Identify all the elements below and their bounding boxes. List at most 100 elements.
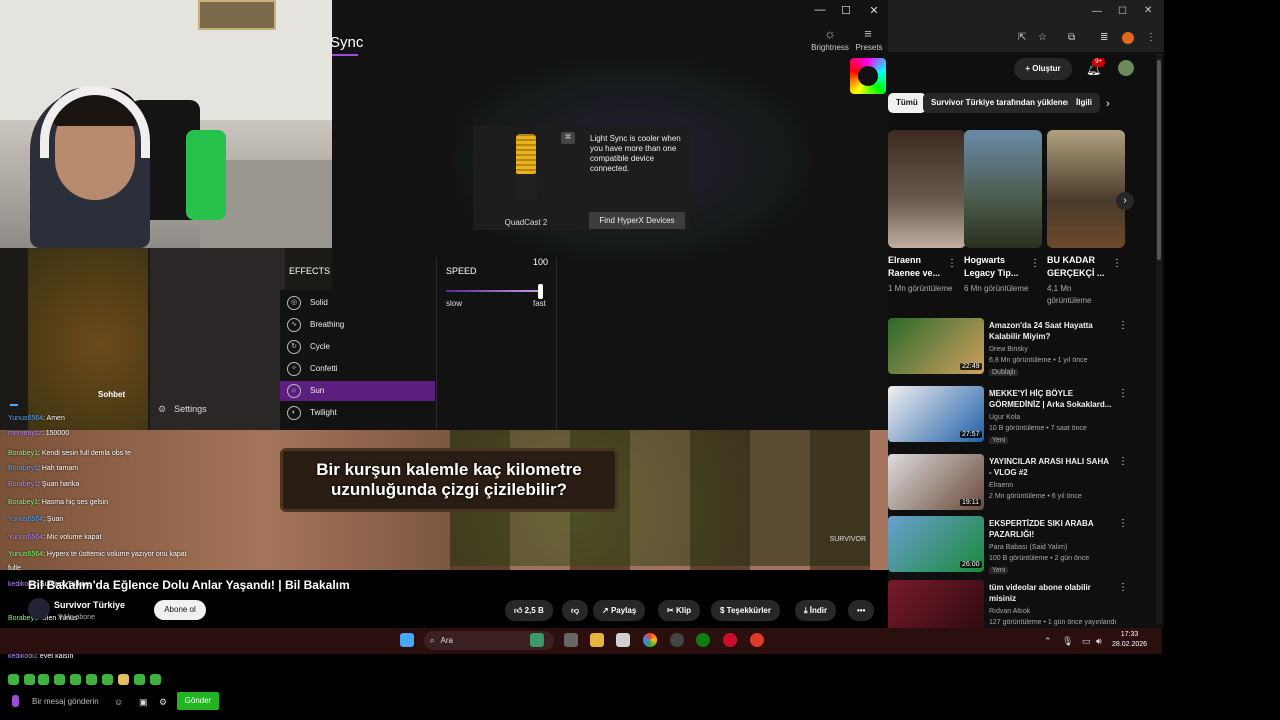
chrome-icon[interactable] bbox=[643, 633, 657, 647]
chat-username[interactable]: kedikodu bbox=[8, 653, 36, 660]
short-menu-icon[interactable]: ⋮ bbox=[1030, 258, 1040, 269]
dislike-button[interactable]: 👎︎ bbox=[562, 600, 589, 621]
presets-label[interactable]: Presets bbox=[852, 43, 886, 52]
short-menu-icon[interactable]: ⋮ bbox=[1112, 258, 1122, 269]
hyperx-icon[interactable] bbox=[723, 633, 737, 647]
chat-username[interactable]: merveayzz bbox=[8, 430, 42, 437]
effect-breathing[interactable]: ∿ Breathing bbox=[280, 315, 435, 335]
chips-next-icon[interactable]: › bbox=[1106, 98, 1110, 110]
calendar-icon[interactable] bbox=[616, 633, 630, 647]
video-channel[interactable]: Ugur Kola bbox=[989, 414, 1020, 421]
chat-username[interactable]: Borabey1 bbox=[8, 450, 38, 457]
minimize-button[interactable]: — bbox=[810, 4, 830, 16]
video-menu-icon[interactable]: ⋮ bbox=[1118, 388, 1128, 399]
brightness-label[interactable]: Brightness bbox=[810, 43, 850, 52]
speed-slider-handle[interactable] bbox=[538, 284, 543, 299]
short-thumbnail-2[interactable] bbox=[964, 130, 1042, 248]
emote-icon[interactable] bbox=[38, 674, 49, 685]
emote-icon[interactable] bbox=[134, 674, 145, 685]
bookmark-star-icon[interactable]: ☆ bbox=[1038, 32, 1047, 43]
effect-sun[interactable]: ☼ Sun bbox=[280, 381, 435, 401]
find-devices-button[interactable]: Find HyperX Devices bbox=[589, 212, 685, 229]
emote-icon[interactable] bbox=[24, 674, 35, 685]
thanks-button[interactable]: $ Teşekkürler bbox=[711, 600, 780, 621]
rgb-preview-icon[interactable] bbox=[850, 58, 886, 94]
chip-related[interactable]: İlgili bbox=[1068, 93, 1100, 113]
emote-icon[interactable] bbox=[118, 674, 129, 685]
start-icon[interactable] bbox=[400, 633, 414, 647]
video-title-link[interactable]: YAYINCILAR ARASI HALI SAHA - VLOG #2 bbox=[989, 456, 1113, 478]
chat-username[interactable]: Borabey1 bbox=[8, 481, 38, 488]
taskbar-clock[interactable]: 17:33 28.02.2026 bbox=[1112, 630, 1147, 650]
short-menu-icon[interactable]: ⋮ bbox=[947, 258, 957, 269]
video-channel[interactable]: Elraenn bbox=[989, 482, 1013, 489]
scrollbar-thumb[interactable] bbox=[1157, 60, 1161, 260]
profile-icon[interactable] bbox=[1122, 32, 1134, 44]
maximize-button[interactable]: ☐ bbox=[836, 4, 856, 17]
shorts-next-icon[interactable]: › bbox=[1116, 192, 1134, 210]
tray-chevron-icon[interactable]: ⌃ bbox=[1044, 636, 1052, 647]
task-view-icon[interactable] bbox=[564, 633, 578, 647]
effect-cycle[interactable]: ↻ Cycle bbox=[280, 337, 435, 357]
chat-username[interactable]: Yunus6564 bbox=[8, 516, 43, 523]
obs-icon[interactable] bbox=[670, 633, 684, 647]
close-button[interactable]: ✕ bbox=[864, 4, 884, 17]
video-channel[interactable]: Rıdvan Altıok bbox=[989, 608, 1030, 615]
effect-twilight[interactable]: ◐ Twilight bbox=[280, 403, 435, 423]
video-menu-icon[interactable]: ⋮ bbox=[1118, 582, 1128, 593]
browser-menu-icon[interactable]: ⋮ bbox=[1146, 32, 1156, 43]
short-title-3[interactable]: BU KADAR GERÇEKÇİ ... bbox=[1047, 254, 1113, 280]
youtube-avatar[interactable] bbox=[1118, 60, 1134, 76]
video-title-link[interactable]: tüm videolar abone olabilir misiniz bbox=[989, 582, 1113, 604]
share-button[interactable]: ↗ Paylaş bbox=[593, 600, 646, 621]
video-title-link[interactable]: MEKKE'Yİ HİÇ BÖYLE GÖRMEDİNİZ | Arka Sok… bbox=[989, 388, 1113, 410]
channel-avatar[interactable] bbox=[28, 598, 50, 620]
effect-confetti[interactable]: ✧ Confetti bbox=[280, 359, 435, 379]
chat-username[interactable]: Borabey1 bbox=[8, 499, 38, 506]
create-button[interactable]: + Oluştur bbox=[1014, 58, 1072, 80]
presets-icon[interactable]: ≡ bbox=[860, 26, 876, 41]
install-icon[interactable]: ⇱ bbox=[1018, 32, 1026, 43]
subscribe-button[interactable]: Abone ol bbox=[154, 600, 206, 620]
browser-minimize-button[interactable]: — bbox=[1092, 6, 1102, 17]
chat-message-input[interactable]: Bir mesaj gönderin bbox=[32, 697, 99, 706]
settings-chat-icon[interactable]: ⚙ bbox=[159, 697, 167, 708]
microphone-icon[interactable]: 🎙︎ bbox=[1062, 636, 1073, 647]
download-button[interactable]: ⤓ İndir bbox=[795, 600, 837, 621]
chip-channel-uploads[interactable]: Survivor Türkiye tarafından yüklenenler bbox=[923, 93, 1079, 113]
send-button[interactable]: Gönder bbox=[177, 692, 219, 710]
emote-icon[interactable] bbox=[150, 674, 161, 685]
volume-icon[interactable]: 🔊︎ bbox=[1096, 636, 1102, 647]
short-thumbnail-1[interactable] bbox=[888, 130, 966, 248]
video-channel[interactable]: Para Babası (Said Yalım) bbox=[989, 544, 1067, 551]
emote-icon[interactable] bbox=[54, 674, 65, 685]
network-icon[interactable]: ▭ bbox=[1082, 636, 1091, 647]
emote-icon[interactable] bbox=[102, 674, 113, 685]
emoji-icon[interactable]: ☺ bbox=[114, 697, 123, 707]
channel-name[interactable]: Survivor Türkiye bbox=[54, 600, 125, 610]
video-menu-icon[interactable]: ⋮ bbox=[1118, 518, 1128, 529]
video-channel[interactable]: Drew Binsky bbox=[989, 346, 1028, 353]
short-title-2[interactable]: Hogwarts Legacy Tip... bbox=[964, 254, 1030, 280]
like-button[interactable]: 👍︎ 2,5 B bbox=[505, 600, 553, 621]
chat-username[interactable]: Yunus6564 bbox=[8, 534, 43, 541]
video-title-link[interactable]: Amazon'da 24 Saat Hayatta Kalabilir Miyi… bbox=[989, 320, 1113, 342]
video-menu-icon[interactable]: ⋮ bbox=[1118, 456, 1128, 467]
gift-icon[interactable]: ▣ bbox=[139, 697, 148, 708]
browser-close-button[interactable]: ✕ bbox=[1144, 5, 1152, 16]
speed-slider-track[interactable] bbox=[446, 290, 541, 292]
emote-icon[interactable] bbox=[70, 674, 81, 685]
chat-username[interactable]: Yunus6564 bbox=[8, 415, 43, 422]
chat-username[interactable]: Borabey1 bbox=[8, 465, 38, 472]
widget-icon[interactable] bbox=[530, 633, 544, 647]
emote-icon[interactable] bbox=[8, 674, 19, 685]
browser-maximize-button[interactable]: ☐ bbox=[1118, 6, 1127, 17]
app-icon[interactable] bbox=[750, 633, 764, 647]
effect-solid[interactable]: ◎ Solid bbox=[280, 293, 435, 313]
video-menu-icon[interactable]: ⋮ bbox=[1118, 320, 1128, 331]
quadcast-mic-icon[interactable] bbox=[513, 134, 539, 204]
short-thumbnail-3[interactable] bbox=[1047, 130, 1125, 248]
xbox-icon[interactable] bbox=[696, 633, 710, 647]
video-title-link[interactable]: EKSPERTİZDE SIKI ARABA PAZARLIĞI! bbox=[989, 518, 1113, 540]
brightness-icon[interactable]: ☼ bbox=[822, 26, 838, 41]
